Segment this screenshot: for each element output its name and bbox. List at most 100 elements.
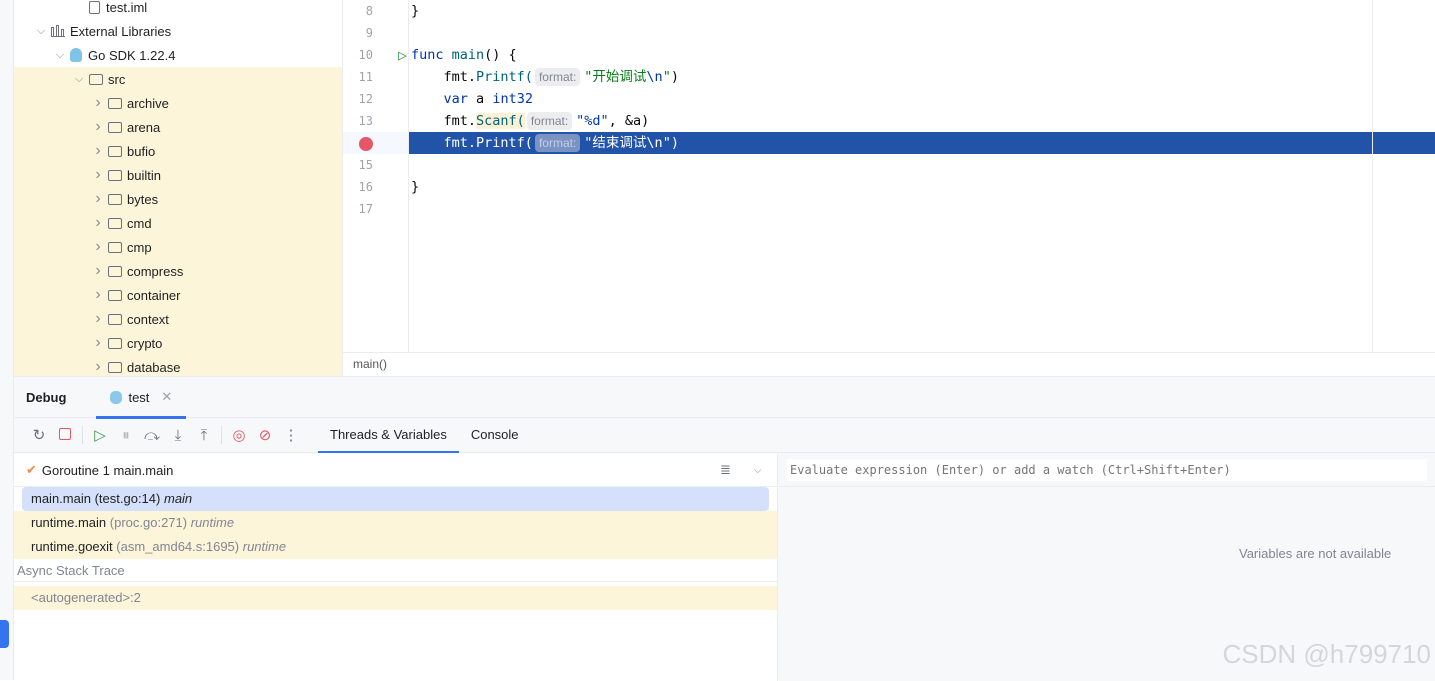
chevron-right-icon[interactable]: › [90,118,106,136]
tree-item[interactable]: ⌵ src [14,67,342,91]
line-number[interactable]: 10 [343,44,373,66]
stop-icon[interactable] [52,427,78,444]
tree-item[interactable]: › cmd [14,211,342,235]
chevron-right-icon[interactable]: › [90,310,106,328]
tree-item-label: src [108,71,126,87]
file-icon [89,0,100,14]
tree-item[interactable]: › crypto [14,331,342,355]
folder-icon [108,313,122,325]
tree-item[interactable]: ⌵ Go SDK 1.22.4 [14,43,342,67]
step-over-icon[interactable]: ⤼ [139,427,165,444]
filter-list-icon[interactable]: ≣ [720,462,731,478]
param-hint: format: [526,112,573,130]
project-tree: test.iml ⌵ External Libraries ⌵ Go SDK 1.22.… [14,0,342,376]
goroutine-selector[interactable]: ✔ Goroutine 1 main.main ≣ ⌵ [14,454,777,487]
line-number[interactable]: 9 [343,22,373,44]
rerun-icon[interactable]: ↻ [26,426,52,444]
folder-icon [89,73,103,85]
chevron-right-icon[interactable]: › [90,142,106,160]
tree-item[interactable]: › archive [14,91,342,115]
chevron-right-icon[interactable]: › [90,286,106,304]
stack-frame[interactable]: main.main (test.go:14) main [22,487,769,511]
debug-panel: Debug test ✕ ↻ ▷ ⏸ ⤼ ⤓ ⤒ ◎ ⊘ ⋮ Threads &… [14,376,1435,681]
tree-item[interactable]: › database [14,355,342,376]
stack-frame[interactable]: runtime.main (proc.go:271) runtime [14,511,777,535]
code-editor[interactable]: 8 9 10 ▷ 11 12 13 15 16 17 } func main() { fmt.Pr… [342,0,1435,376]
folder-icon [108,241,122,253]
divider [221,426,222,444]
tree-item-label: test.iml [106,0,148,15]
tree-item-label: bufio [127,143,156,159]
chevron-right-icon[interactable]: › [90,190,106,208]
breadcrumb[interactable]: main() [343,352,1435,376]
chevron-right-icon[interactable]: › [90,238,106,256]
tree-item[interactable]: ⌵ External Libraries [14,19,342,43]
tree-item[interactable]: › bufio [14,139,342,163]
tree-item-label: container [127,287,181,303]
param-hint: format: [534,68,581,86]
more-icon[interactable]: ⋮ [278,426,304,444]
chevron-down-icon[interactable]: ⌵ [754,465,762,476]
session-tab-test[interactable]: test ✕ [96,378,187,419]
code-line-13: fmt.Scanf(format: "%d", &a) [443,112,650,130]
folder-icon [108,289,122,301]
chevron-right-icon[interactable]: › [90,262,106,280]
breadcrumb-item[interactable]: main() [353,357,387,371]
folder-icon [108,265,122,277]
line-number[interactable] [343,132,373,154]
folder-icon [108,337,122,349]
debug-title: Debug [26,389,67,405]
mute-breakpoints-icon[interactable]: ⊘ [252,426,278,444]
run-icon[interactable]: ▷ [377,44,407,66]
chevron-right-icon[interactable]: › [90,334,106,352]
code-line-16: } [411,179,420,195]
chevron-down-icon[interactable]: ⌵ [52,49,68,62]
left-tool-strip [0,0,14,680]
line-number[interactable]: 15 [343,154,373,176]
tab-threads-variables[interactable]: Threads & Variables [318,418,459,453]
stack-frame[interactable]: runtime.goexit (asm_amd64.s:1695) runtim… [14,535,777,559]
chevron-down-icon[interactable]: ⌵ [33,25,49,38]
async-stack-frame[interactable]: <autogenerated>:2 [14,586,777,610]
line-number[interactable]: 13 [343,110,373,132]
step-into-icon[interactable]: ⤓ [165,427,191,444]
line-number[interactable]: 8 [343,0,373,22]
line-number[interactable]: 12 [343,88,373,110]
tree-item[interactable]: › bytes [14,187,342,211]
tree-item-label: database [127,359,181,375]
pause-icon[interactable]: ⏸ [113,427,139,444]
tool-window-button[interactable] [0,620,9,648]
tree-item[interactable]: › context [14,307,342,331]
gutter: 8 9 10 ▷ 11 12 13 15 16 17 [343,0,409,352]
close-icon[interactable]: ✕ [161,389,172,405]
tree-item[interactable]: › builtin [14,163,342,187]
step-out-icon[interactable]: ⤒ [191,427,217,444]
evaluate-expression-input[interactable] [787,459,1427,481]
check-icon: ✔ [26,462,37,477]
tree-item[interactable]: › arena [14,115,342,139]
code-line-8: } [411,3,420,19]
breakpoint-icon[interactable] [359,136,373,151]
line-number[interactable]: 17 [343,198,373,220]
folder-icon [108,121,122,133]
chevron-right-icon[interactable]: › [90,358,106,376]
view-breakpoints-icon[interactable]: ◎ [226,426,252,444]
tree-item-label: cmd [127,215,152,231]
line-number[interactable]: 16 [343,176,373,198]
tree-item-label: compress [127,263,184,279]
chevron-down-icon[interactable]: ⌵ [71,73,87,86]
resume-icon[interactable]: ▷ [87,426,113,444]
tree-item-label: builtin [127,167,161,183]
tab-console[interactable]: Console [459,418,531,453]
tree-item-label: crypto [127,335,163,351]
tree-item-label: External Libraries [70,23,172,39]
tree-item[interactable]: › container [14,283,342,307]
tree-item[interactable]: test.iml [14,0,342,19]
chevron-right-icon[interactable]: › [90,94,106,112]
line-number[interactable]: 11 [343,66,373,88]
tree-item[interactable]: › compress [14,259,342,283]
gopher-icon [70,48,82,62]
chevron-right-icon[interactable]: › [90,166,106,184]
tree-item[interactable]: › cmp [14,235,342,259]
chevron-right-icon[interactable]: › [90,214,106,232]
